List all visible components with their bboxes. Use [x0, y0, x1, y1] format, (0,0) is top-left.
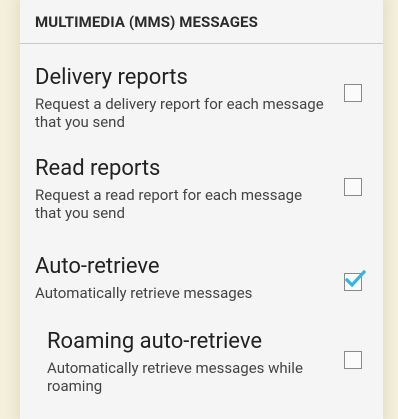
- checkmark-icon: [344, 269, 366, 288]
- read-reports-checkbox[interactable]: [344, 178, 362, 196]
- roaming-auto-retrieve-checkbox[interactable]: [344, 351, 362, 369]
- pref-summary: Automatically retrieve messages while ro…: [47, 359, 303, 395]
- pref-title: Auto-retrieve: [35, 254, 160, 279]
- pref-summary: Request a read report for each message t…: [35, 186, 303, 222]
- pref-text: Auto-retrieve Automatically retrieve mes…: [35, 253, 325, 302]
- pref-title: Read reports: [35, 156, 161, 181]
- auto-retrieve-checkbox[interactable]: [344, 269, 366, 291]
- pref-summary: Automatically retrieve messages: [35, 284, 253, 302]
- pref-title: Roaming auto-retrieve: [47, 329, 263, 354]
- pref-title: Delivery reports: [35, 65, 188, 90]
- pref-text: Delivery reports Request a delivery repo…: [35, 64, 325, 131]
- delivery-reports-checkbox[interactable]: [344, 84, 362, 102]
- pref-summary: Request a delivery report for each messa…: [35, 95, 324, 131]
- pref-text: Roaming auto-retrieve Automatically retr…: [47, 328, 337, 395]
- section-header-mms: MULTIMEDIA (MMS) MESSAGES: [20, 0, 383, 44]
- settings-panel: MULTIMEDIA (MMS) MESSAGES Delivery repor…: [20, 0, 383, 419]
- pref-text: Read reports Request a read report for e…: [35, 155, 325, 222]
